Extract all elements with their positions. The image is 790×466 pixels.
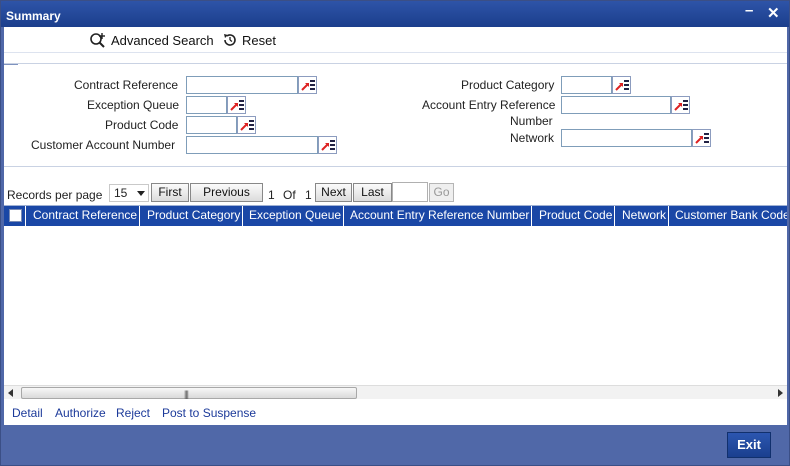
last-page-button[interactable]: Last: [353, 183, 392, 202]
advanced-search-icon: [90, 33, 105, 48]
records-per-page-label: Records per page: [7, 188, 103, 202]
total-pages-number: 1: [305, 188, 312, 202]
scrollbar-thumb[interactable]: |||: [21, 387, 357, 399]
list-of-values-icon: [695, 133, 709, 144]
current-page-number: 1: [268, 188, 275, 202]
account-entry-reference-number-lov-button[interactable]: [671, 96, 690, 114]
window-title: Summary: [6, 9, 61, 23]
search-criteria-panel: Contract Reference Exception Queue Produ…: [4, 63, 787, 167]
list-of-values-icon: [301, 80, 315, 91]
column-product-category[interactable]: Product Category: [144, 206, 243, 226]
contract-reference-input[interactable]: [186, 76, 298, 94]
product-code-input[interactable]: [186, 116, 237, 134]
records-per-page-select[interactable]: 15: [109, 184, 149, 202]
exception-queue-label: Exception Queue: [87, 98, 180, 112]
customer-account-number-label: Customer Account Number: [31, 138, 176, 152]
list-of-values-icon: [230, 100, 244, 111]
reset-icon: [224, 34, 236, 46]
minimize-icon[interactable]: –: [745, 2, 753, 19]
reject-link[interactable]: Reject: [116, 406, 150, 420]
summary-content: Advanced Search Reset Contract Reference…: [4, 27, 787, 425]
contract-reference-lov-button[interactable]: [298, 76, 317, 94]
grid-header-row: Contract Reference Product Category Exce…: [4, 206, 787, 226]
reset-button[interactable]: Reset: [222, 32, 276, 48]
network-lov-button[interactable]: [692, 129, 711, 147]
column-product-code[interactable]: Product Code: [536, 206, 615, 226]
exit-button[interactable]: Exit: [727, 432, 771, 458]
product-category-label: Product Category: [461, 78, 555, 92]
column-exception-queue[interactable]: Exception Queue: [246, 206, 344, 226]
title-bar: Summary – ✕: [1, 1, 789, 27]
product-category-input[interactable]: [561, 76, 612, 94]
close-icon[interactable]: ✕: [767, 4, 780, 22]
reset-label: Reset: [242, 32, 276, 48]
previous-page-button[interactable]: Previous: [190, 183, 263, 202]
scrollbar-grip-icon: |||: [184, 389, 189, 399]
exception-queue-lov-button[interactable]: [227, 96, 246, 114]
of-label: Of: [283, 188, 296, 202]
account-entry-reference-number-input[interactable]: [561, 96, 671, 114]
list-of-values-icon: [321, 140, 335, 151]
customer-account-number-lov-button[interactable]: [318, 136, 337, 154]
panel-corner-divider: [4, 64, 18, 65]
column-account-entry-reference-number[interactable]: Account Entry Reference Number: [347, 206, 532, 226]
product-category-lov-button[interactable]: [612, 76, 631, 94]
advanced-search-button[interactable]: Advanced Search: [89, 32, 214, 48]
summary-window: Summary – ✕ Advanced Search Reset Contra…: [0, 0, 790, 466]
scroll-right-icon[interactable]: [778, 389, 783, 397]
go-button[interactable]: Go: [429, 183, 454, 202]
account-entry-reference-label-number: Number: [510, 114, 553, 128]
list-of-values-icon: [674, 100, 688, 111]
list-of-values-icon: [615, 80, 629, 91]
column-network[interactable]: Network: [619, 206, 669, 226]
pagination-bar: Records per page 15 First Previous 1 Of …: [4, 179, 787, 205]
network-label: Network: [510, 131, 555, 145]
detail-link[interactable]: Detail: [12, 406, 43, 420]
scroll-left-icon[interactable]: [8, 389, 13, 397]
results-grid: Contract Reference Product Category Exce…: [4, 205, 787, 399]
column-customer-bank-code[interactable]: Customer Bank Code: [672, 206, 787, 226]
customer-account-number-input[interactable]: [186, 136, 318, 154]
product-code-label: Product Code: [105, 118, 179, 132]
toolbar: Advanced Search Reset: [4, 27, 787, 53]
product-code-lov-button[interactable]: [237, 116, 256, 134]
exception-queue-input[interactable]: [186, 96, 227, 114]
chevron-down-icon: [137, 191, 145, 196]
grid-actions-bar: Detail Authorize Reject Post to Suspense: [4, 401, 787, 425]
advanced-search-label: Advanced Search: [111, 32, 214, 48]
account-entry-reference-label: Account Entry Reference: [422, 98, 556, 112]
column-contract-reference[interactable]: Contract Reference: [30, 206, 140, 226]
next-page-button[interactable]: Next: [315, 183, 352, 202]
authorize-link[interactable]: Authorize: [55, 406, 106, 420]
select-all-checkbox[interactable]: [9, 209, 22, 222]
post-to-suspense-link[interactable]: Post to Suspense: [162, 406, 256, 420]
first-page-button[interactable]: First: [151, 183, 189, 202]
contract-reference-label: Contract Reference: [74, 78, 179, 92]
network-input[interactable]: [561, 129, 692, 147]
window-footer: Exit: [1, 425, 789, 465]
grid-horizontal-scrollbar[interactable]: |||: [4, 385, 787, 399]
records-per-page-value: 15: [114, 186, 128, 200]
select-all-cell: [4, 206, 26, 226]
list-of-values-icon: [240, 120, 254, 131]
goto-page-input[interactable]: [392, 182, 428, 202]
